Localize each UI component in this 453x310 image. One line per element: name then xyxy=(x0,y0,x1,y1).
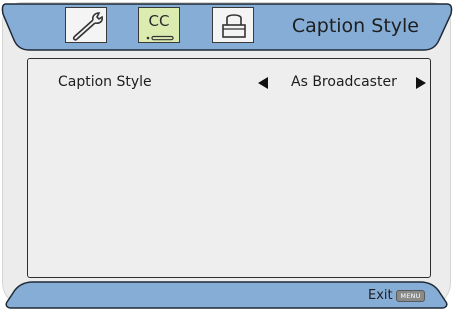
exit-label[interactable]: Exit xyxy=(368,288,393,303)
footer-bar xyxy=(5,281,448,309)
menu-key-badge: MENU xyxy=(396,290,425,302)
